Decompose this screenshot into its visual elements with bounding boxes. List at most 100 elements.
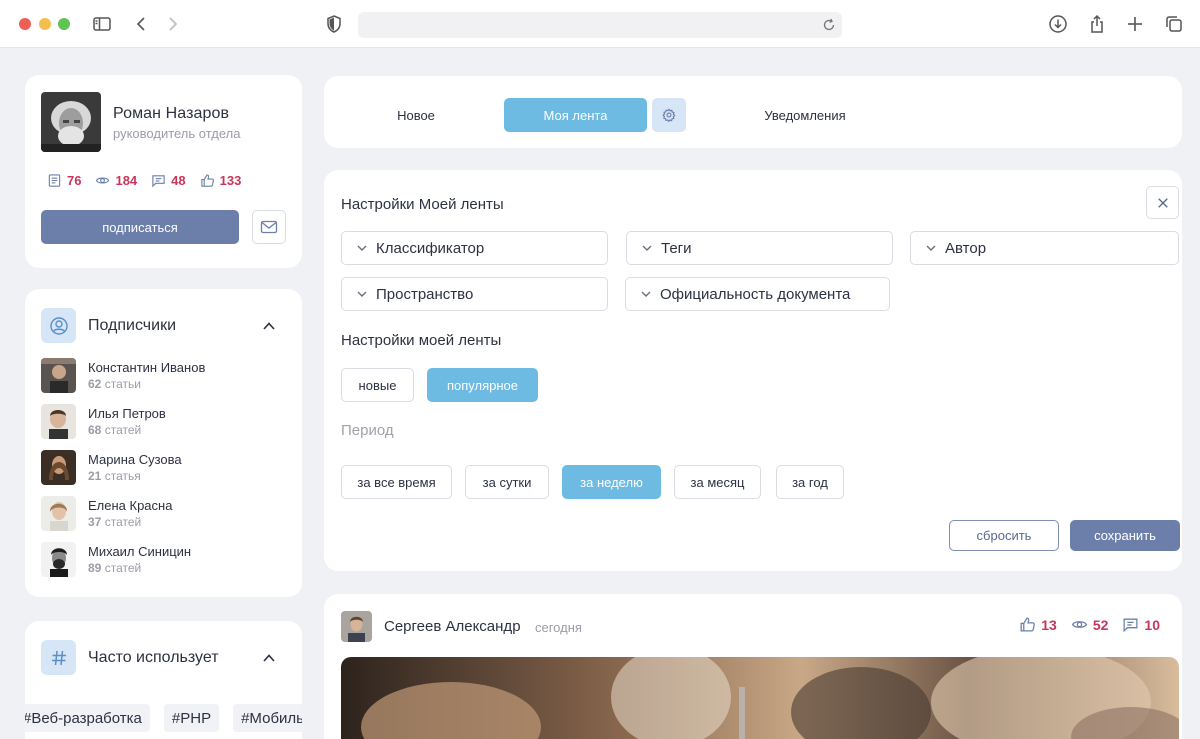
close-icon (1157, 197, 1168, 208)
back-icon[interactable] (130, 12, 154, 36)
save-button[interactable]: сохранить (1070, 520, 1180, 551)
tab-new[interactable]: Новое (374, 98, 458, 132)
space-dropdown[interactable]: Пространство (341, 277, 608, 311)
article-unit: статьи (104, 377, 141, 391)
article-unit: статей (104, 515, 142, 529)
sidebar-icon[interactable] (90, 12, 114, 36)
post-comments[interactable]: 10 (1122, 616, 1160, 633)
tab-my-feed[interactable]: Моя лента (504, 98, 647, 132)
post-author[interactable]: Сергеев Александр (384, 618, 521, 635)
tag-chip[interactable]: #PHP (163, 704, 220, 732)
settings-title: Настройки Моей ленты (341, 196, 504, 213)
comments-count: 48 (171, 173, 186, 188)
likes-count: 13 (1041, 616, 1057, 633)
period-week-chip[interactable]: за неделю (562, 465, 661, 499)
avatar (41, 358, 76, 393)
feed-settings-panel: Настройки Моей ленты Классификатор Теги … (324, 170, 1182, 571)
shield-icon[interactable] (322, 12, 346, 36)
article-count: 68 (88, 423, 102, 437)
tag-chip[interactable]: #Веб-разработка (25, 704, 150, 732)
subscribers-card: Подписчики Константин Иванов 62 статьи И… (25, 289, 302, 597)
comment-icon (152, 175, 165, 188)
sort-popular-chip[interactable]: популярное (427, 368, 538, 402)
forward-icon[interactable] (160, 12, 184, 36)
period-all-time-chip[interactable]: за все время (341, 465, 452, 499)
reload-icon[interactable] (822, 18, 836, 32)
feed-settings-button[interactable] (652, 98, 686, 132)
avatar (41, 542, 76, 577)
dropdown-label: Официальность документа (660, 285, 851, 303)
chevron-down-icon (357, 245, 367, 251)
subscriber-name: Константин Иванов (88, 360, 206, 375)
post-likes[interactable]: 13 (1019, 616, 1057, 633)
subscriber-item[interactable]: Константин Иванов 62 статьи (41, 358, 281, 394)
dropdown-label: Автор (945, 239, 987, 257)
views-stat: 184 (95, 173, 137, 188)
tag-chip[interactable]: #Мобильная разработка (233, 704, 302, 732)
chevron-down-icon (641, 291, 651, 297)
subscriber-articles: 62 статьи (88, 377, 141, 391)
avatar (41, 92, 101, 152)
mail-icon (260, 220, 278, 234)
like-icon (1020, 617, 1036, 632)
eye-icon (1071, 621, 1087, 628)
subscriber-name: Елена Красна (88, 498, 173, 513)
profile-role: руководитель отдела (113, 126, 241, 141)
subscribe-button[interactable]: подписаться (41, 210, 239, 244)
period-month-chip[interactable]: за месяц (674, 465, 761, 499)
share-icon[interactable] (1085, 12, 1109, 36)
maximize-window-button[interactable] (58, 18, 70, 30)
message-button[interactable] (252, 210, 286, 244)
chevron-up-icon[interactable] (262, 651, 276, 665)
period-label: Период (341, 422, 394, 439)
subscriber-articles: 37 статей (88, 515, 141, 529)
chevron-down-icon (642, 245, 652, 251)
chevron-down-icon (357, 291, 367, 297)
avatar (41, 404, 76, 439)
profile-stats: 76 184 48 133 (47, 173, 255, 188)
download-icon[interactable] (1046, 12, 1070, 36)
reset-button[interactable]: сбросить (949, 520, 1059, 551)
tabs-icon[interactable] (1162, 12, 1186, 36)
browser-toolbar (0, 0, 1200, 48)
subscriber-item[interactable]: Марина Сузова 21 статья (41, 450, 281, 486)
official-dropdown[interactable]: Официальность документа (625, 277, 890, 311)
new-tab-icon[interactable] (1123, 12, 1147, 36)
subscriber-item[interactable]: Илья Петров 68 статей (41, 404, 281, 440)
period-year-chip[interactable]: за год (776, 465, 844, 499)
article-count: 21 (88, 469, 102, 483)
subscribers-title: Подписчики (88, 317, 177, 334)
comment-icon (1123, 618, 1138, 633)
sort-new-chip[interactable]: новые (341, 368, 414, 402)
articles-count: 76 (67, 173, 82, 188)
subscriber-name: Илья Петров (88, 406, 166, 421)
subscriber-articles: 89 статей (88, 561, 141, 575)
subscriber-name: Марина Сузова (88, 452, 182, 467)
article-count: 89 (88, 561, 102, 575)
dropdown-label: Теги (661, 239, 692, 257)
avatar[interactable] (341, 611, 372, 642)
address-bar[interactable] (358, 12, 842, 38)
chevron-up-icon[interactable] (262, 319, 276, 333)
author-dropdown[interactable]: Автор (910, 231, 1179, 265)
dropdown-label: Пространство (376, 285, 474, 303)
subscriber-name: Михаил Синицин (88, 544, 192, 559)
subscriber-item[interactable]: Михаил Синицин 89 статей (41, 542, 281, 578)
article-unit: статей (104, 423, 142, 437)
comments-stat: 48 (151, 173, 186, 188)
classifier-dropdown[interactable]: Классификатор (341, 231, 608, 265)
minimize-window-button[interactable] (39, 18, 51, 30)
close-window-button[interactable] (19, 18, 31, 30)
article-count: 37 (88, 515, 102, 529)
tag-list: #Веб-разработка #PHP #Мобильная разработ… (25, 704, 302, 732)
subscriber-item[interactable]: Елена Красна 37 статей (41, 496, 281, 532)
post-image[interactable] (341, 657, 1179, 739)
close-settings-button[interactable] (1146, 186, 1179, 219)
profile-name: Роман Назаров (113, 105, 230, 122)
avatar (41, 450, 76, 485)
tags-dropdown[interactable]: Теги (626, 231, 893, 265)
like-icon (200, 174, 214, 187)
period-day-chip[interactable]: за сутки (465, 465, 549, 499)
article-unit: статья (104, 469, 141, 483)
tab-notifications[interactable]: Уведомления (744, 98, 866, 132)
